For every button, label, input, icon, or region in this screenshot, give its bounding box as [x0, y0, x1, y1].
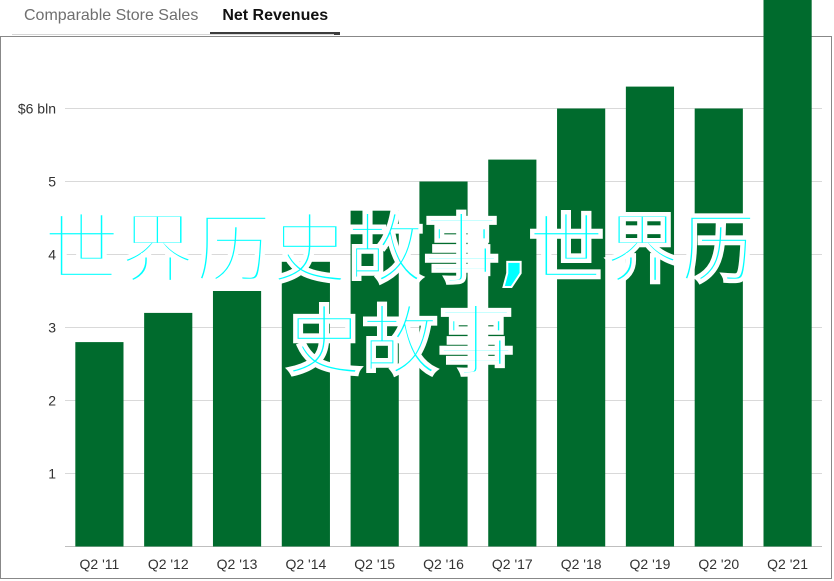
bar [557, 108, 606, 547]
bar [75, 342, 124, 547]
x-tick-label: Q2 '18 [561, 556, 602, 572]
y-tick-label: 5 [48, 174, 56, 190]
bar [694, 108, 743, 547]
y-tick-label: 4 [48, 247, 56, 263]
bar [763, 0, 812, 547]
x-tick-label: Q2 '11 [80, 556, 120, 572]
bar [419, 181, 468, 547]
y-tick-label: $6 bln [18, 101, 56, 117]
x-tick-label: Q2 '16 [423, 556, 464, 572]
bar [212, 291, 262, 547]
bar [625, 86, 675, 547]
x-tick-label: Q2 '12 [148, 556, 189, 572]
x-tick-label: Q2 '17 [492, 556, 533, 572]
bar [350, 210, 399, 547]
x-tick-label: Q2 '13 [217, 556, 258, 572]
x-tick-label: Q2 '19 [630, 556, 671, 572]
x-tick-label: Q2 '21 [767, 556, 808, 572]
bar [281, 261, 330, 547]
x-tick-label: Q2 '14 [285, 556, 326, 572]
x-tick-label: Q2 '15 [354, 556, 395, 572]
net-revenues-bar-chart: 1 2 3 4 5 $6 bln Q2 '11 Q2 '12 Q2 '13 Q2 '14 Q2 '1… [18, 0, 822, 572]
bar [488, 159, 537, 547]
y-tick-label: 3 [48, 320, 56, 336]
y-tick-label: 2 [48, 393, 56, 409]
bar [144, 312, 193, 547]
x-tick-label: Q2 '20 [698, 556, 739, 572]
y-tick-label: 1 [48, 466, 56, 482]
